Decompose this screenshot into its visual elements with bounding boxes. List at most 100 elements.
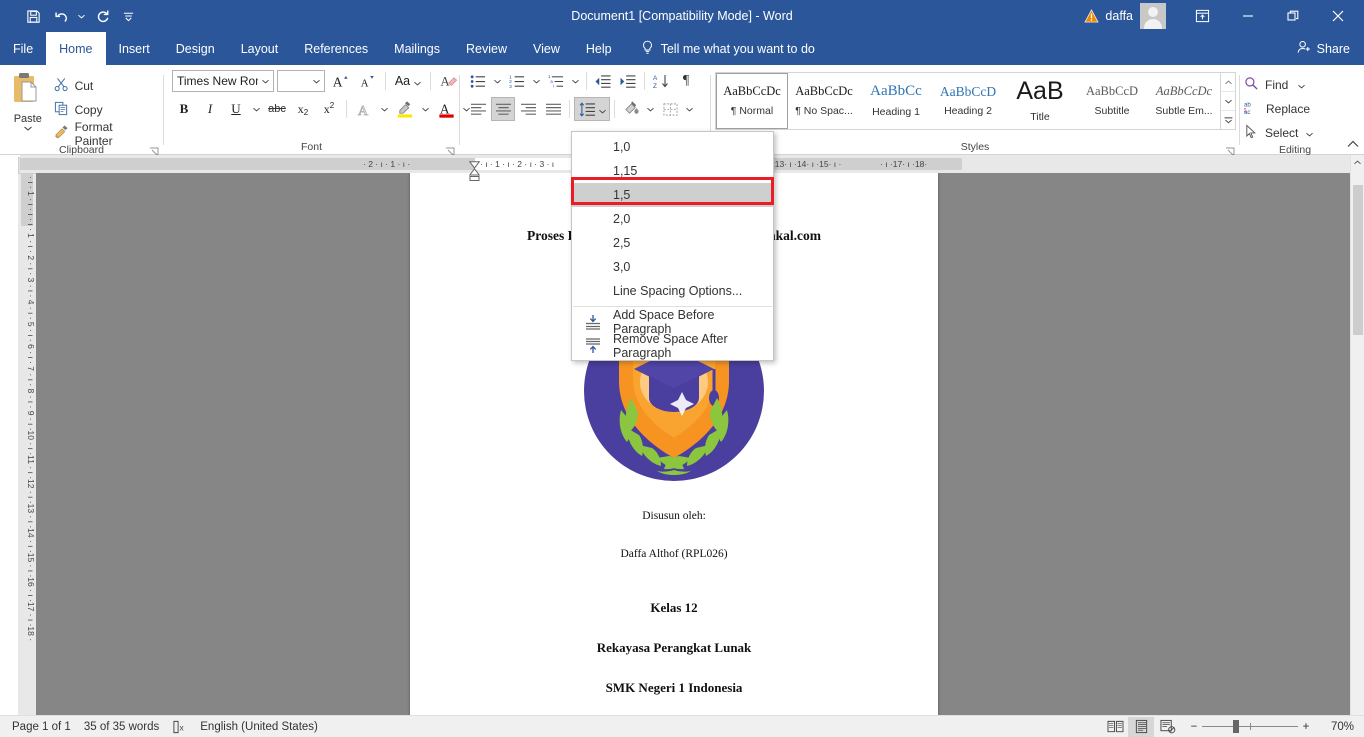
style-subtle-emphasis[interactable]: AaBbCcDc Subtle Em... bbox=[1148, 73, 1220, 129]
numbering-button[interactable]: 123 bbox=[505, 69, 529, 93]
increase-indent-button[interactable] bbox=[616, 69, 640, 93]
paste-button[interactable]: Paste bbox=[4, 69, 52, 132]
text-effects-button[interactable]: A bbox=[352, 97, 376, 121]
font-color-button[interactable]: A bbox=[434, 97, 458, 121]
tab-help[interactable]: Help bbox=[573, 32, 625, 65]
line-spacing-options-item[interactable]: Line Spacing Options... bbox=[572, 279, 773, 303]
tab-insert[interactable]: Insert bbox=[106, 32, 163, 65]
show-formatting-marks-button[interactable]: ¶ bbox=[674, 69, 698, 93]
shrink-font-button[interactable]: A bbox=[355, 69, 379, 93]
styles-scroll-down-icon[interactable] bbox=[1221, 92, 1235, 111]
tab-layout[interactable]: Layout bbox=[228, 32, 292, 65]
text-highlight-color-button[interactable] bbox=[393, 97, 417, 121]
redo-icon[interactable] bbox=[89, 4, 115, 28]
scroll-up-icon[interactable] bbox=[1351, 155, 1364, 169]
font-dialog-launcher-icon[interactable] bbox=[445, 144, 455, 156]
decrease-indent-button[interactable] bbox=[591, 69, 615, 93]
line-and-paragraph-spacing-button[interactable] bbox=[574, 97, 610, 121]
scrollbar-thumb[interactable] bbox=[1353, 185, 1363, 335]
style-no-spacing[interactable]: AaBbCcDc ¶ No Spac... bbox=[788, 73, 860, 129]
zoom-track[interactable] bbox=[1202, 720, 1298, 733]
styles-gallery-scroll[interactable] bbox=[1220, 73, 1235, 129]
zoom-in-button[interactable]: + bbox=[1298, 721, 1314, 733]
left-indent-marker[interactable] bbox=[469, 168, 480, 186]
web-layout-button[interactable] bbox=[1154, 717, 1180, 737]
styles-more-icon[interactable] bbox=[1221, 111, 1235, 129]
text-effects-dropdown-icon[interactable] bbox=[378, 97, 391, 121]
style-heading-1[interactable]: AaBbCc Heading 1 bbox=[860, 73, 932, 129]
tab-review[interactable]: Review bbox=[453, 32, 520, 65]
share-button[interactable]: Share bbox=[1287, 32, 1364, 65]
tab-home[interactable]: Home bbox=[46, 32, 106, 65]
line-spacing-option-1-15[interactable]: 1,15 bbox=[572, 159, 773, 183]
word-count[interactable]: 35 of 35 words bbox=[84, 721, 172, 733]
styles-scroll-up-icon[interactable] bbox=[1221, 73, 1235, 92]
close-button[interactable] bbox=[1315, 0, 1360, 32]
multilevel-dropdown-icon[interactable] bbox=[569, 69, 582, 93]
clipboard-dialog-launcher-icon[interactable] bbox=[149, 144, 159, 156]
superscript-button[interactable]: x2 bbox=[317, 97, 341, 121]
align-center-button[interactable] bbox=[491, 97, 515, 121]
style-heading-2[interactable]: AaBbCcD Heading 2 bbox=[932, 73, 1004, 129]
shading-dropdown-icon[interactable] bbox=[644, 97, 657, 121]
proofing-errors-icon[interactable]: x bbox=[172, 720, 200, 734]
style-normal[interactable]: AaBbCcDc ¶ Normal bbox=[716, 73, 788, 129]
account-name[interactable]: daffa bbox=[1105, 9, 1133, 23]
select-dropdown-icon[interactable] bbox=[1306, 126, 1314, 140]
remove-space-after-paragraph-item[interactable]: Remove Space After Paragraph bbox=[572, 332, 773, 360]
cut-button[interactable]: Cut bbox=[54, 75, 159, 96]
shading-button[interactable] bbox=[619, 97, 643, 121]
vertical-ruler[interactable]: · ı · 1 · ı · ı · ı · 1 · ı · 2 · ı · 3 … bbox=[18, 174, 36, 715]
save-icon[interactable] bbox=[20, 4, 46, 28]
collapse-ribbon-icon[interactable] bbox=[1347, 139, 1359, 151]
line-spacing-option-2-5[interactable]: 2,5 bbox=[572, 231, 773, 255]
grow-font-button[interactable]: A bbox=[328, 69, 352, 93]
line-spacing-option-1-5[interactable]: 1,5 bbox=[572, 183, 773, 207]
copy-button[interactable]: Copy bbox=[54, 99, 159, 120]
vertical-scrollbar[interactable] bbox=[1350, 155, 1364, 715]
customize-qat-icon[interactable] bbox=[117, 4, 139, 28]
ribbon-display-options-icon[interactable] bbox=[1180, 0, 1225, 32]
align-right-button[interactable] bbox=[516, 97, 540, 121]
find-dropdown-icon[interactable] bbox=[1298, 78, 1306, 92]
clear-formatting-button[interactable]: A bbox=[437, 69, 461, 93]
zoom-level[interactable]: 70% bbox=[1320, 721, 1354, 733]
add-space-before-paragraph-item[interactable]: Add Space Before Paragraph bbox=[572, 308, 773, 336]
borders-dropdown-icon[interactable] bbox=[683, 97, 696, 121]
style-title[interactable]: AaB Title bbox=[1004, 73, 1076, 129]
tab-mailings[interactable]: Mailings bbox=[381, 32, 453, 65]
find-button[interactable]: Find bbox=[1244, 74, 1317, 96]
font-name-combo[interactable]: Times New Roma bbox=[172, 70, 274, 92]
read-mode-button[interactable] bbox=[1102, 717, 1128, 737]
zoom-out-button[interactable]: − bbox=[1186, 721, 1202, 733]
tab-design[interactable]: Design bbox=[163, 32, 228, 65]
line-spacing-option-2-0[interactable]: 2,0 bbox=[572, 207, 773, 231]
line-spacing-option-1-0[interactable]: 1,0 bbox=[572, 135, 773, 159]
style-subtitle[interactable]: AaBbCcD Subtitle bbox=[1076, 73, 1148, 129]
undo-icon[interactable] bbox=[48, 4, 74, 28]
bullets-button[interactable] bbox=[466, 69, 490, 93]
zoom-slider[interactable]: − + bbox=[1186, 720, 1314, 733]
strikethrough-button[interactable]: abc bbox=[265, 97, 289, 121]
font-size-combo[interactable] bbox=[277, 70, 325, 92]
select-button[interactable]: Select bbox=[1244, 122, 1317, 144]
styles-dialog-launcher-icon[interactable] bbox=[1225, 144, 1235, 156]
italic-button[interactable]: I bbox=[198, 97, 222, 121]
tell-me-box[interactable]: Tell me what you want to do bbox=[635, 32, 821, 65]
tab-file[interactable]: File bbox=[0, 32, 47, 65]
align-left-button[interactable] bbox=[466, 97, 490, 121]
justify-button[interactable] bbox=[541, 97, 565, 121]
numbering-dropdown-icon[interactable] bbox=[530, 69, 543, 93]
tab-references[interactable]: References bbox=[291, 32, 381, 65]
paste-dropdown-icon[interactable] bbox=[23, 125, 32, 132]
avatar[interactable] bbox=[1140, 3, 1166, 29]
multilevel-list-button[interactable]: 1ai bbox=[544, 69, 568, 93]
zoom-thumb[interactable] bbox=[1233, 720, 1239, 733]
underline-dropdown-icon[interactable] bbox=[250, 97, 263, 121]
tab-view[interactable]: View bbox=[520, 32, 573, 65]
line-spacing-dropdown-menu[interactable]: 1,0 1,15 1,5 2,0 2,5 3,0 Line Spacing Op… bbox=[571, 131, 774, 361]
bullets-dropdown-icon[interactable] bbox=[491, 69, 504, 93]
change-case-button[interactable]: Aa bbox=[392, 69, 424, 93]
undo-dropdown-icon[interactable] bbox=[76, 4, 87, 28]
line-spacing-option-3-0[interactable]: 3,0 bbox=[572, 255, 773, 279]
